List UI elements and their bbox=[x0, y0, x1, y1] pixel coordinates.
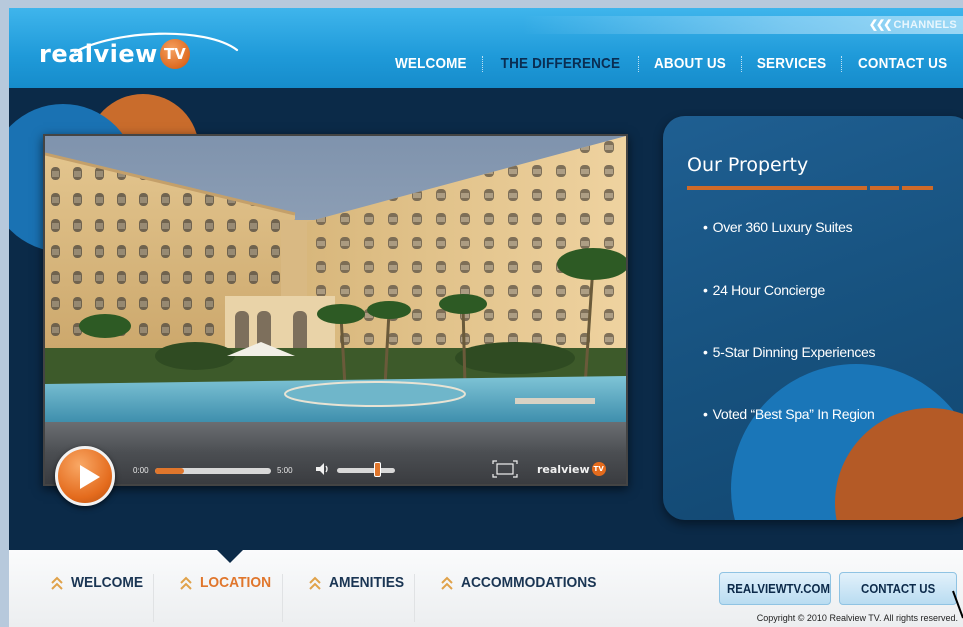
active-section-caret bbox=[217, 550, 243, 563]
property-title: Our Property bbox=[687, 154, 809, 176]
play-button[interactable] bbox=[55, 446, 115, 506]
double-chevron-up-icon bbox=[180, 576, 193, 590]
title-underline bbox=[687, 186, 933, 190]
subnav-amenities[interactable]: AMENITIES bbox=[308, 574, 416, 622]
property-feature: • Voted “Best Spa” In Region bbox=[703, 406, 875, 422]
subnav-location[interactable]: LOCATION bbox=[180, 574, 283, 622]
sub-nav: WELCOME LOCATION AMENITIES ACCOMMODATION… bbox=[51, 574, 638, 622]
player-logo: realview TV bbox=[537, 462, 606, 476]
contact-us-button[interactable]: CONTACT US bbox=[839, 572, 957, 605]
volume-slider[interactable] bbox=[337, 468, 395, 473]
current-time: 0:00 bbox=[133, 466, 149, 475]
site-frame: ❮❮❮ CHANNELS realview TV WELCOME THE DIFF… bbox=[9, 8, 963, 627]
double-chevron-up-icon bbox=[51, 576, 63, 590]
contact-button-label: CONTACT US bbox=[860, 581, 936, 596]
property-feature: • 24 Hour Concierge bbox=[703, 282, 826, 298]
property-feature-text: 5-Star Dinning Experiences bbox=[712, 344, 876, 360]
property-feature-text: Voted “Best Spa” In Region bbox=[712, 406, 875, 422]
progress-fill bbox=[155, 468, 184, 474]
hotel-video-image bbox=[45, 136, 626, 422]
fullscreen-icon[interactable] bbox=[492, 460, 518, 478]
progress-bar[interactable] bbox=[155, 468, 271, 474]
player-logo-text: realview bbox=[537, 462, 590, 476]
player-logo-badge: TV bbox=[591, 462, 606, 476]
nav-services[interactable]: SERVICES bbox=[747, 55, 836, 72]
header: ❮❮❮ CHANNELS realview TV WELCOME THE DIFF… bbox=[9, 8, 963, 88]
nav-divider bbox=[840, 55, 842, 72]
nav-about-us[interactable]: ABOUT US bbox=[644, 55, 736, 72]
nav-welcome[interactable]: WELCOME bbox=[385, 55, 477, 72]
site-logo[interactable]: realview TV bbox=[39, 32, 239, 70]
nav-divider bbox=[740, 55, 742, 72]
main-content: 0:00 5:00 realview TV Our Property • Ove… bbox=[9, 88, 963, 550]
property-panel: Our Property • Over 360 Luxury Suites • 24… bbox=[663, 116, 963, 520]
volume-icon[interactable] bbox=[315, 462, 331, 476]
nav-divider bbox=[637, 55, 639, 72]
site-button-label: REALVIEWTV.COM bbox=[727, 581, 830, 596]
double-chevron-left-icon: ❮❮❮ bbox=[868, 19, 893, 31]
volume-knob[interactable] bbox=[374, 462, 382, 477]
total-time: 5:00 bbox=[277, 466, 293, 475]
subnav-welcome[interactable]: WELCOME bbox=[51, 574, 155, 622]
nav-the-difference[interactable]: THE DIFFERENCE bbox=[491, 55, 630, 72]
property-feature-text: 24 Hour Concierge bbox=[712, 282, 826, 298]
mouse-cursor-icon bbox=[952, 590, 963, 619]
copyright-text: Copyright © 2010 Realview TV. All rights… bbox=[756, 613, 958, 623]
video-frame-hotel[interactable] bbox=[45, 136, 626, 422]
logo-swoosh-icon bbox=[73, 32, 239, 54]
nav-contact-us[interactable]: CONTACT US bbox=[848, 55, 957, 72]
subnav-label: WELCOME bbox=[71, 574, 144, 591]
double-chevron-up-icon bbox=[441, 576, 453, 590]
channels-label: CHANNELS bbox=[893, 19, 957, 31]
channels-link[interactable]: ❮❮❮ CHANNELS bbox=[869, 18, 957, 31]
main-nav: WELCOME THE DIFFERENCE ABOUT US SERVICES… bbox=[380, 55, 963, 72]
subnav-accommodations[interactable]: ACCOMMODATIONS bbox=[441, 574, 612, 622]
subnav-label: ACCOMMODATIONS bbox=[461, 574, 597, 591]
subnav-label: LOCATION bbox=[200, 574, 272, 591]
double-chevron-up-icon bbox=[308, 576, 321, 590]
property-feature-text: Over 360 Luxury Suites bbox=[712, 219, 853, 235]
property-feature: • Over 360 Luxury Suites bbox=[703, 219, 853, 235]
property-feature: • 5-Star Dinning Experiences bbox=[703, 344, 876, 360]
subnav-label: AMENITIES bbox=[328, 574, 404, 591]
video-player[interactable] bbox=[43, 134, 628, 486]
nav-divider bbox=[481, 55, 483, 72]
play-icon bbox=[80, 465, 100, 489]
realviewtv-site-button[interactable]: REALVIEWTV.COM bbox=[719, 572, 831, 605]
